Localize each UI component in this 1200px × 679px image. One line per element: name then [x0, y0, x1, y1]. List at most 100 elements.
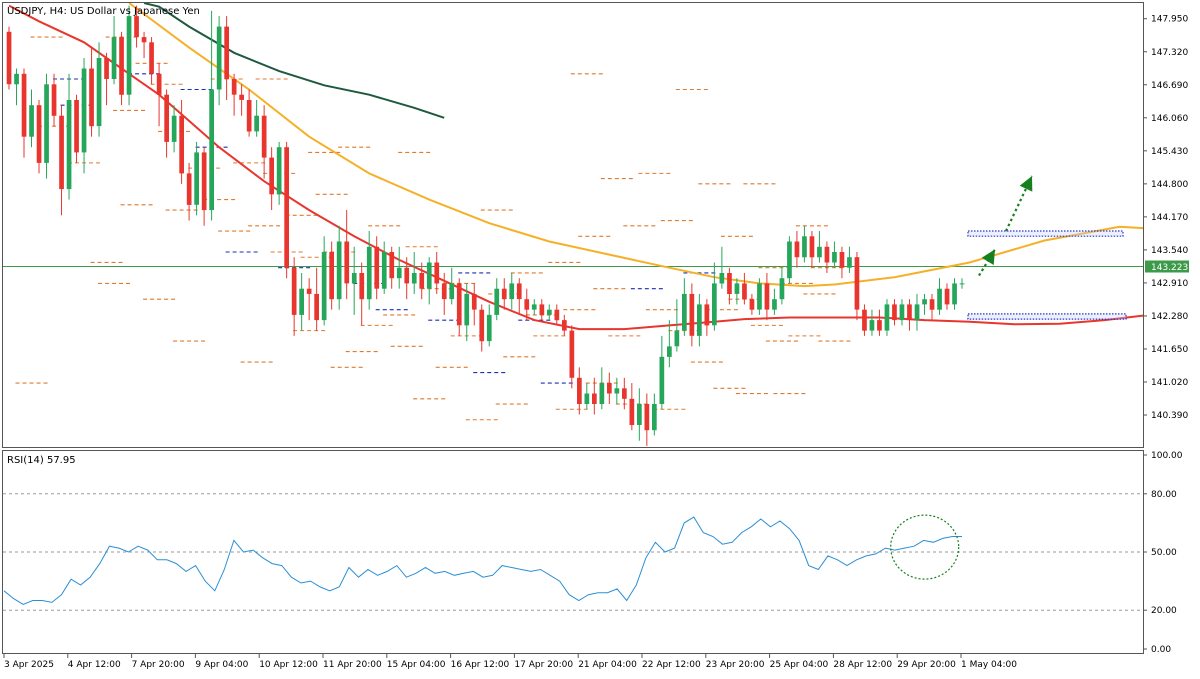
candle-body-7[interactable] [59, 115, 64, 190]
candle-body-44[interactable] [336, 241, 342, 300]
candle-body-10[interactable] [81, 68, 87, 153]
candle-body-96[interactable] [727, 273, 732, 294]
candle-body-47[interactable] [359, 273, 365, 300]
candle-body-118[interactable] [892, 304, 897, 321]
candle-body-110[interactable] [832, 252, 837, 263]
candle-body-4[interactable] [36, 105, 42, 163]
candle-body-21[interactable] [164, 94, 169, 142]
candle-body-71[interactable] [539, 304, 545, 315]
candle-body-46[interactable] [351, 273, 357, 284]
candle-body-27[interactable] [209, 89, 214, 211]
candle-body-104[interactable] [787, 241, 792, 279]
candle-body-2[interactable] [21, 73, 27, 137]
candle-body-67[interactable] [509, 283, 515, 300]
candle-body-13[interactable] [104, 58, 109, 79]
candle-body-120[interactable] [907, 304, 912, 321]
candle-body-78[interactable] [592, 393, 597, 405]
candle-body-1[interactable] [14, 73, 19, 85]
candle-body-58[interactable] [441, 283, 447, 300]
candle-body-22[interactable] [171, 115, 177, 142]
candle-body-81[interactable] [614, 388, 620, 394]
candle-body-85[interactable] [644, 404, 650, 431]
candle-body-126[interactable] [952, 283, 957, 305]
candle-body-49[interactable] [374, 246, 380, 289]
usdjpy-h4-chart[interactable]: 147.950 147.320 146.690 146.060 145.430 144.8… [0, 0, 1200, 675]
candle-body-74[interactable] [562, 320, 567, 331]
candle-body-37[interactable] [284, 147, 289, 268]
candle-body-28[interactable] [216, 26, 222, 90]
candle-body-73[interactable] [554, 309, 560, 321]
candle-body-92[interactable] [697, 304, 702, 336]
candle-body-115[interactable] [869, 320, 875, 331]
candle-body-117[interactable] [884, 304, 890, 331]
candle-body-87[interactable] [659, 356, 665, 404]
candle-body-93[interactable] [704, 304, 710, 326]
candle-body-5[interactable] [44, 84, 49, 163]
candle-body-61[interactable] [464, 293, 470, 326]
candle-body-65[interactable] [494, 288, 500, 315]
candle-body-98[interactable] [742, 283, 747, 300]
candle-body-83[interactable] [629, 398, 635, 425]
candle-body-26[interactable] [201, 152, 207, 211]
candle-body-18[interactable] [141, 37, 147, 43]
candle-body-113[interactable] [854, 257, 860, 310]
candle-body-35[interactable] [269, 157, 274, 195]
candle-body-11[interactable] [89, 68, 94, 127]
candle-body-116[interactable] [877, 320, 882, 331]
candle-body-9[interactable] [74, 100, 79, 153]
price-panel[interactable] [2, 2, 1144, 448]
candle-body-80[interactable] [607, 383, 612, 394]
candle-body-34[interactable] [261, 115, 267, 158]
candle-body-91[interactable] [689, 293, 695, 336]
candle-body-75[interactable] [569, 330, 575, 378]
candle-body-124[interactable] [937, 288, 942, 310]
candle-body-62[interactable] [471, 293, 477, 310]
candle-body-103[interactable] [779, 278, 785, 300]
candle-body-51[interactable] [389, 252, 395, 279]
candle-body-100[interactable] [757, 283, 762, 310]
candle-body-68[interactable] [516, 283, 522, 300]
candle-body-17[interactable] [134, 16, 139, 38]
candle-body-48[interactable] [366, 246, 372, 300]
candle-body-108[interactable] [817, 246, 822, 258]
candle-body-97[interactable] [734, 283, 740, 294]
candle-body-33[interactable] [254, 115, 259, 132]
candle-body-76[interactable] [577, 377, 582, 404]
candle-body-99[interactable] [749, 299, 755, 310]
candle-body-32[interactable] [246, 100, 252, 132]
candle-body-59[interactable] [449, 283, 455, 300]
candle-body-29[interactable] [224, 26, 229, 80]
candle-body-72[interactable] [547, 309, 552, 315]
candle-body-89[interactable] [674, 330, 680, 347]
candle-body-53[interactable] [404, 267, 410, 284]
candle-body-57[interactable] [434, 262, 440, 284]
candle-body-107[interactable] [809, 236, 815, 258]
candle-body-52[interactable] [396, 267, 402, 279]
candle-body-40[interactable] [306, 288, 312, 294]
candle-body-55[interactable] [419, 273, 425, 289]
candle-body-3[interactable] [29, 105, 34, 137]
candle-body-122[interactable] [922, 299, 927, 305]
candle-body-45[interactable] [344, 241, 350, 284]
candle-body-15[interactable] [119, 37, 124, 95]
candle-body-111[interactable] [839, 252, 845, 268]
candle-body-39[interactable] [299, 288, 304, 315]
candle-body-14[interactable] [111, 37, 117, 79]
candle-body-69[interactable] [524, 299, 530, 310]
candle-body-54[interactable] [411, 273, 417, 284]
candle-body-60[interactable] [456, 283, 462, 326]
candle-body-8[interactable] [66, 100, 72, 190]
candle-body-6[interactable] [51, 84, 57, 116]
candle-body-56[interactable] [426, 262, 432, 289]
candle-body-66[interactable] [501, 288, 507, 300]
candle-body-119[interactable] [899, 304, 905, 321]
candle-body-23[interactable] [179, 115, 184, 174]
candle-body-94[interactable] [712, 283, 717, 326]
candle-body-0[interactable] [6, 31, 12, 85]
candle-body-82[interactable] [622, 388, 627, 399]
candle-body-19[interactable] [149, 42, 154, 74]
candle-body-16[interactable] [126, 16, 132, 95]
candle-body-42[interactable] [321, 252, 327, 321]
candle-body-25[interactable] [194, 152, 199, 205]
candle-body-90[interactable] [682, 293, 687, 331]
